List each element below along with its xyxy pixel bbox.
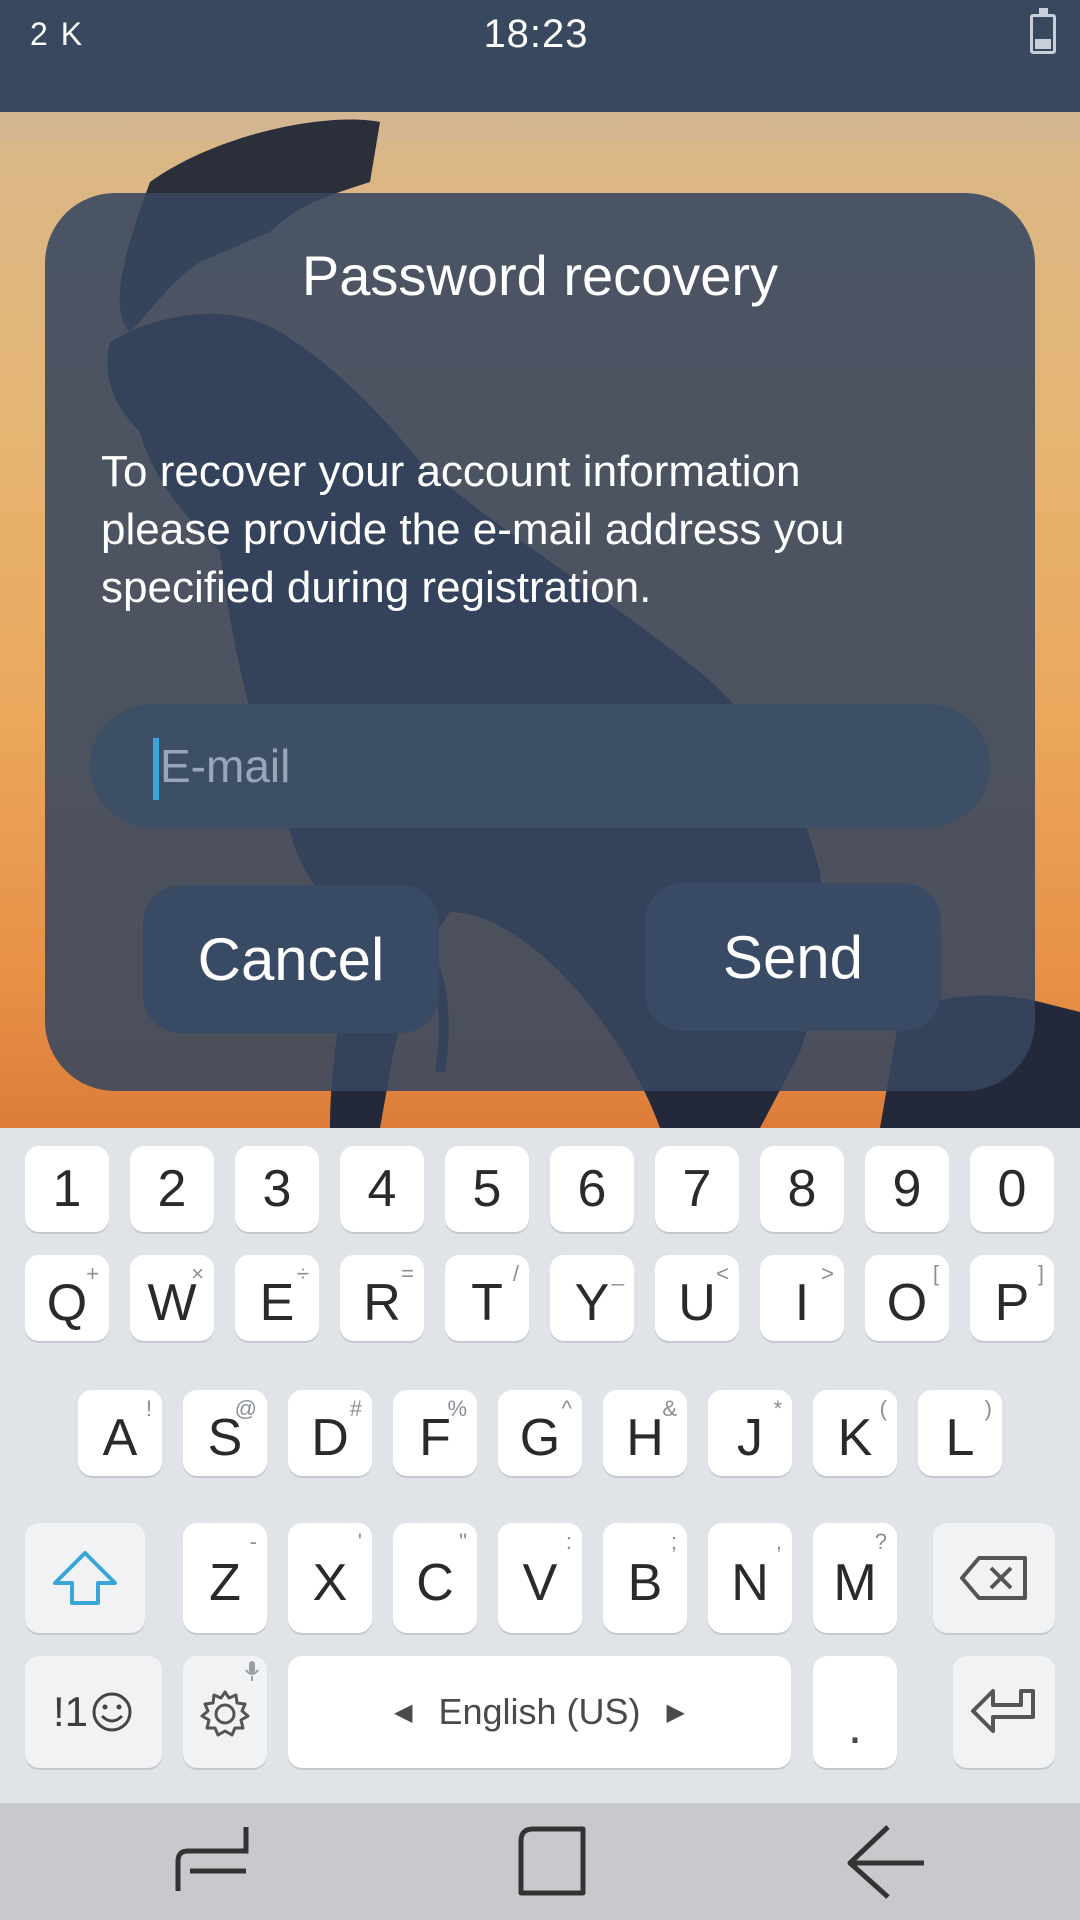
key-8[interactable]: 8 [760,1146,844,1232]
key-9[interactable]: 9 [865,1146,949,1232]
key-g[interactable]: ^ G [498,1390,582,1476]
key-p[interactable]: ] P [970,1255,1054,1341]
dialog-message: To recover your account information plea… [101,447,845,612]
gear-icon [200,1690,250,1737]
status-bar: 2 K 18:23 [0,0,1080,112]
microphone-icon [245,1661,259,1681]
key-u[interactable]: < U [655,1255,739,1341]
back-icon [847,1825,924,1899]
key-o[interactable]: [O [865,1255,949,1341]
soft-keyboard: 1 2 3 4 5 6 7 8 9 0 + Q × W ÷ E = R / T _ Y < U… [0,1128,1080,1803]
language-left-icon: ◀ [394,1698,413,1726]
dialog-title: Password recovery [301,244,779,307]
cancel-button[interactable]: Cancel [143,885,439,1033]
home-button[interactable] [505,1821,595,1901]
key-w[interactable]: × W [130,1255,214,1341]
key-s[interactable]: @ S [183,1390,267,1476]
backspace-key[interactable] [933,1523,1055,1633]
key-q[interactable]: + Q [25,1255,109,1341]
key-i[interactable]: > I [760,1255,844,1341]
key-m[interactable]: ? M [813,1523,897,1633]
key-h[interactable]: & H [603,1390,687,1476]
text-cursor [153,738,159,800]
key-n[interactable]: ,N [708,1523,792,1633]
key-b[interactable]: ; B [603,1523,687,1633]
key-2[interactable]: 2 [130,1146,214,1232]
home-icon [518,1826,586,1896]
settings-key[interactable] [183,1656,267,1768]
recent-apps-button[interactable] [168,1821,258,1901]
recent-apps-icon [175,1827,249,1891]
period-key[interactable]: . [813,1656,897,1768]
symbols-label: !1 [52,1688,89,1735]
space-key[interactable]: ◀ English (US) ▶ [288,1656,791,1768]
key-x[interactable]: ' X [288,1523,372,1633]
enter-key[interactable] [953,1656,1055,1768]
key-3[interactable]: 3 [235,1146,319,1232]
send-button[interactable]: Send [645,883,941,1031]
key-r[interactable]: = R [340,1255,424,1341]
key-t[interactable]: / T [445,1255,529,1341]
key-a[interactable]: ! A [78,1390,162,1476]
key-6[interactable]: 6 [550,1146,634,1232]
email-input[interactable] [160,726,960,806]
key-j[interactable]: * J [708,1390,792,1476]
enter-icon [971,1689,1035,1733]
key-1[interactable]: 1 [25,1146,109,1232]
key-k[interactable]: (K [813,1390,897,1476]
key-7[interactable]: 7 [655,1146,739,1232]
key-e[interactable]: ÷ E [235,1255,319,1341]
email-field[interactable] [90,704,990,828]
emoji-icon [92,1692,132,1732]
shift-key[interactable] [25,1523,145,1633]
key-v[interactable]: :V [498,1523,582,1633]
shift-arrow-icon [53,1551,117,1605]
navigation-bar [0,1803,1080,1920]
back-button[interactable] [840,1821,930,1901]
key-z[interactable]: -Z [183,1523,267,1633]
key-l[interactable]: ) L [918,1390,1002,1476]
password-recovery-dialog: Password recovery To recover your accoun… [45,193,1035,1091]
key-c[interactable]: " C [393,1523,477,1633]
space-language-label: English (US) [438,1691,641,1732]
key-0[interactable]: 0 [970,1146,1054,1232]
key-d[interactable]: # D [288,1390,372,1476]
language-right-icon: ▶ [666,1698,685,1726]
key-5[interactable]: 5 [445,1146,529,1232]
clock: 18:23 [483,12,589,56]
symbols-emoji-key[interactable]: !1 [25,1656,162,1768]
backspace-icon [960,1556,1027,1600]
key-f[interactable]: % F [393,1390,477,1476]
battery-icon [1030,8,1056,54]
key-4[interactable]: 4 [340,1146,424,1232]
key-y[interactable]: _ Y [550,1255,634,1341]
